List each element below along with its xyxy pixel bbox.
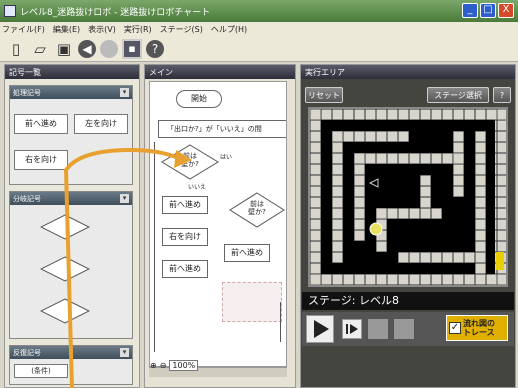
branch-group: 分岐記号 ▾ [9,191,133,339]
yes-label: はい [220,154,233,161]
reset-button[interactable]: リセット [305,87,343,103]
collapse-icon[interactable]: ▾ [120,348,129,357]
menu-stage[interactable]: ステージ(S) [160,24,203,35]
symbol-list-panel: 記号一覧 処理記号 ▾ 前へ進め 左を向け 右を向け 分岐記号 ▾ 反復記号 ▾ (条… [4,64,140,388]
step-button[interactable] [342,319,362,339]
zoom-controls: ⊕ ⊖ 100% [150,360,199,371]
symbol-loop[interactable]: (条件) [14,364,68,378]
loop-line [154,142,155,352]
menu-file[interactable]: ファイル(F) [2,24,45,35]
run-controls: ✓ 流れ図の トレース [302,312,514,346]
toolbar: ▯ ▱ ▣ ◀ ▪ ? [0,36,518,62]
main-editor-panel: メイン 開始 「出口か?」が「いいえ」の間 前は 壁か? はい いいえ 前は 壁… [144,64,296,388]
process-group-header[interactable]: 処理記号 ▾ [10,86,132,99]
drop-area[interactable] [222,282,282,322]
close-button[interactable]: X [498,3,514,18]
symbol-turn-right[interactable]: 右を向け [14,150,68,170]
new-file-icon[interactable]: ▯ [6,39,26,59]
symbol-forward[interactable]: 前へ進め [14,114,68,134]
trace-label: 流れ図の トレース [463,319,495,337]
symbol-right-wall[interactable] [40,256,90,282]
trace-checkbox[interactable]: ✓ [449,322,461,334]
flowchart-canvas[interactable]: 開始 「出口か?」が「いいえ」の間 前は 壁か? はい いいえ 前は 壁か? 前… [149,81,287,367]
open-folder-icon[interactable]: ▱ [30,39,50,59]
zoom-out-icon[interactable]: ⊖ [160,361,167,370]
loop-group: 反復記号 ▾ (条件) [9,345,133,385]
start-node[interactable]: 開始 [176,90,222,108]
collapse-icon[interactable]: ▾ [120,194,129,203]
help-icon[interactable]: ? [493,87,511,103]
zoom-select[interactable]: 100% [169,360,199,371]
record-icon[interactable] [100,39,118,58]
process-group: 処理記号 ▾ 前へ進め 左を向け 右を向け [9,85,133,185]
zoom-in-icon[interactable]: ⊕ [150,361,157,370]
exit-marker [496,252,504,270]
app-icon [4,5,16,17]
stage-select-button[interactable]: ステージ選択 [427,87,489,103]
stage-label: ステージ: レベル8 [302,292,514,310]
maximize-button[interactable]: □ [480,3,496,18]
title-bar: レベル8_迷路抜けロボ - 迷路抜けロボチャート _ □ X [0,0,518,22]
step-node[interactable]: 前へ進め [162,196,208,214]
step-node[interactable]: 右を向け [162,228,208,246]
flow-line [280,302,281,342]
symbol-exit[interactable] [40,298,90,324]
symbol-turn-left[interactable]: 左を向け [74,114,128,134]
tab-main[interactable]: メイン [145,65,295,79]
symbol-front-wall[interactable] [40,214,90,240]
collapse-icon[interactable]: ▾ [120,88,129,97]
symbol-list-title: 記号一覧 [5,65,139,79]
minimize-button[interactable]: _ [462,3,478,18]
step-node[interactable]: 前へ進め [224,244,270,262]
loop-node[interactable]: 「出口か?」が「いいえ」の間 [158,120,286,138]
menu-bar: ファイル(F) 編集(E) 表示(V) 実行(R) ステージ(S) ヘルプ(H) [0,22,518,36]
view-icon[interactable]: ▪ [122,38,142,59]
play-button[interactable] [306,315,334,343]
decision-label: 前は 壁か? [248,200,266,216]
menu-view[interactable]: 表示(V) [88,24,116,35]
menu-help[interactable]: ヘルプ(H) [211,24,247,35]
back-icon[interactable]: ◀ [78,39,96,58]
branch-group-header[interactable]: 分岐記号 ▾ [10,192,132,205]
window-title: レベル8_迷路抜けロボ - 迷路抜けロボチャート [20,7,211,18]
robot-icon [369,222,383,236]
stop-button[interactable] [394,319,414,339]
trace-toggle[interactable]: ✓ 流れ図の トレース [446,315,508,341]
maze-grid [310,109,506,285]
run-area-title: 実行エリア [301,65,515,79]
menu-edit[interactable]: 編集(E) [53,24,80,35]
pause-button[interactable] [368,319,388,339]
loop-group-header[interactable]: 反復記号 ▾ [10,346,132,359]
menu-run[interactable]: 実行(R) [124,24,152,35]
step-node[interactable]: 前へ進め [162,260,208,278]
save-icon[interactable]: ▣ [54,39,74,59]
decision-label: 前は 壁か? [181,152,199,168]
maze-view [308,107,508,287]
help-icon[interactable]: ? [146,39,164,58]
no-label: いいえ [188,184,207,191]
